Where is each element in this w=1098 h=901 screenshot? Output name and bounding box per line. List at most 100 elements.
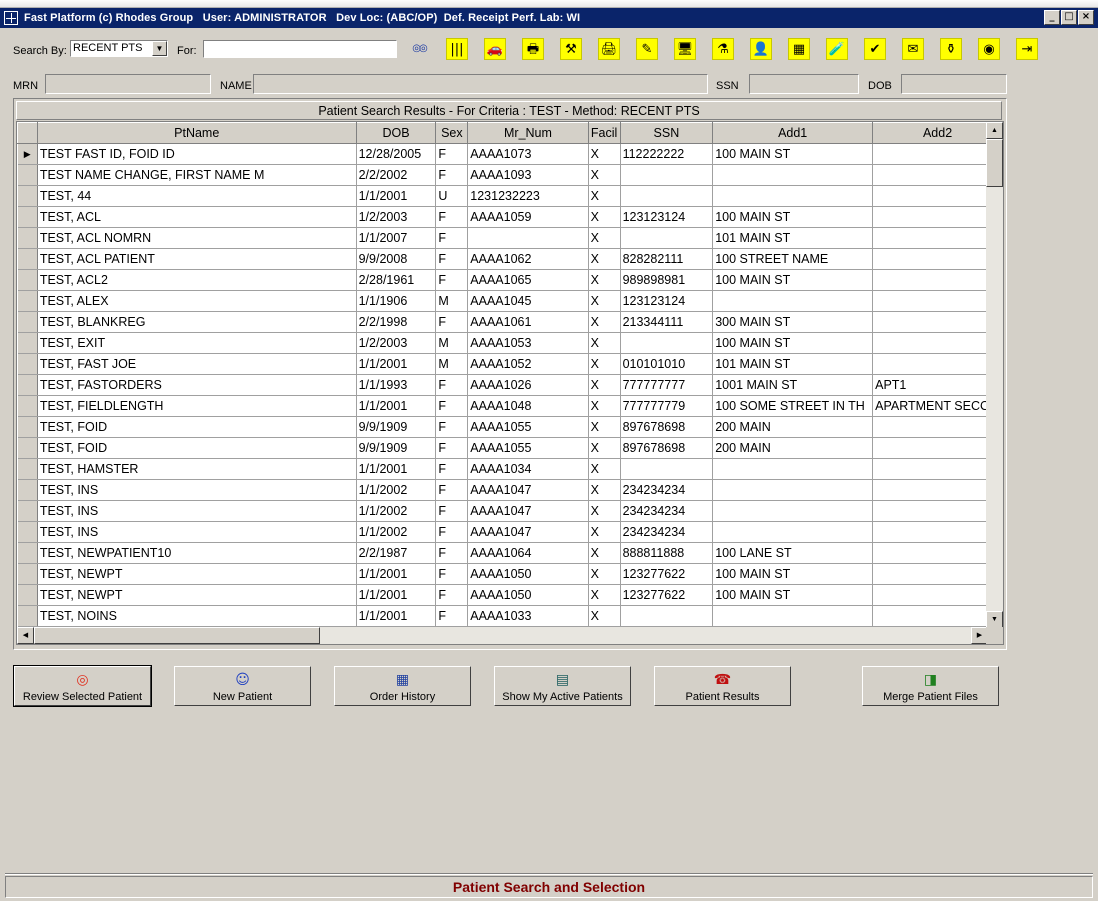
table-cell[interactable]: 100 MAIN ST (712, 563, 874, 585)
table-cell[interactable]: 1/1/2002 (356, 479, 437, 501)
table-cell[interactable]: F (435, 542, 469, 564)
maximize-button[interactable]: □ (1061, 10, 1077, 25)
table-cell[interactable]: TEST, EXIT (37, 332, 357, 354)
table-cell[interactable] (872, 311, 1003, 333)
table-cell[interactable]: X (588, 311, 621, 333)
table-cell[interactable]: 234234234 (620, 521, 714, 543)
table-cell[interactable]: 112222222 (620, 143, 714, 165)
table-cell[interactable]: X (588, 479, 621, 501)
table-cell[interactable]: X (588, 416, 621, 438)
column-header-add2[interactable]: Add2 (872, 122, 1003, 144)
table-cell[interactable]: 2/2/2002 (356, 164, 437, 186)
table-cell[interactable]: TEST, 44 (37, 185, 357, 207)
table-cell[interactable] (712, 164, 874, 186)
table-cell[interactable]: 777777777 (620, 374, 714, 396)
table-row[interactable]: TEST, NEWPT 1/1/2001 F AAAA1050 X 123277622 10… (17, 584, 1003, 606)
table-cell[interactable]: X (588, 521, 621, 543)
table-cell[interactable]: X (588, 143, 621, 165)
table-cell[interactable]: AAAA1052 (467, 353, 589, 375)
table-cell[interactable]: F (435, 311, 469, 333)
table-cell[interactable]: F (435, 374, 469, 396)
printer-icon[interactable]: 🖶 (522, 38, 544, 60)
order-history-button[interactable]: ▦ Order History (334, 666, 471, 706)
table-cell[interactable]: 234234234 (620, 479, 714, 501)
table-cell[interactable] (872, 185, 1003, 207)
table-cell[interactable]: 1/1/2001 (356, 458, 437, 480)
envelope-icon[interactable]: ✉ (902, 38, 924, 60)
ssn-field[interactable] (749, 74, 859, 94)
table-cell[interactable] (872, 164, 1003, 186)
row-selector[interactable] (17, 437, 38, 459)
table-cell[interactable]: X (588, 248, 621, 270)
merge-patient-files-button[interactable]: ◨ Merge Patient Files (862, 666, 999, 706)
table-cell[interactable]: 1/2/2003 (356, 206, 437, 228)
table-cell[interactable]: X (588, 269, 621, 291)
table-cell[interactable]: 200 MAIN (712, 437, 874, 459)
row-selector[interactable] (17, 227, 38, 249)
table-cell[interactable]: TEST, ACL2 (37, 269, 357, 291)
table-cell[interactable]: M (435, 332, 469, 354)
new-patient-button[interactable]: ☺ New Patient (174, 666, 311, 706)
row-selector[interactable] (17, 605, 38, 627)
table-cell[interactable] (872, 458, 1003, 480)
horizontal-scroll-thumb[interactable] (34, 627, 320, 644)
column-header-facil[interactable]: Facil (587, 122, 621, 144)
table-cell[interactable] (872, 500, 1003, 522)
table-cell[interactable]: AAAA1048 (467, 395, 589, 417)
table-cell[interactable]: 9/9/1909 (356, 416, 437, 438)
table-cell[interactable]: U (435, 185, 469, 207)
table-cell[interactable]: 101 MAIN ST (712, 353, 874, 375)
table-row[interactable]: TEST, EXIT 1/2/2003 M AAAA1053 X 100 MAIN ST (17, 332, 1003, 354)
table-cell[interactable]: AAAA1047 (467, 479, 589, 501)
table-cell[interactable]: F (435, 479, 469, 501)
table-cell[interactable] (712, 185, 874, 207)
table-cell[interactable]: AAAA1047 (467, 500, 589, 522)
table-cell[interactable] (712, 521, 874, 543)
column-header-ssn[interactable]: SSN (619, 122, 714, 144)
test-tubes-icon[interactable]: ⚗ (712, 38, 734, 60)
row-selector[interactable] (17, 164, 38, 186)
table-cell[interactable]: 100 SOME STREET IN TH (712, 395, 874, 417)
table-cell[interactable]: TEST, BLANKREG (37, 311, 357, 333)
scroll-up-icon[interactable]: ▲ (986, 122, 1003, 139)
table-cell[interactable]: APT1 (872, 374, 1003, 396)
row-selector[interactable] (17, 563, 38, 585)
table-row[interactable]: TEST, BLANKREG 2/2/1998 F AAAA1061 X 21334411… (17, 311, 1003, 333)
vertical-scrollbar[interactable]: ▲ ▼ (986, 122, 1003, 628)
column-header-add1[interactable]: Add1 (712, 122, 874, 144)
table-cell[interactable]: APARTMENT SECC (872, 395, 1003, 417)
table-cell[interactable]: TEST FAST ID, FOID ID (37, 143, 357, 165)
table-cell[interactable] (712, 605, 874, 627)
table-cell[interactable]: X (588, 353, 621, 375)
table-cell[interactable] (872, 227, 1003, 249)
table-cell[interactable]: F (435, 584, 469, 606)
table-cell[interactable]: X (588, 584, 621, 606)
table-cell[interactable]: 1/1/2002 (356, 500, 437, 522)
table-cell[interactable] (620, 458, 714, 480)
table-cell[interactable]: AAAA1059 (467, 206, 589, 228)
scroll-left-icon[interactable]: ◀ (17, 627, 34, 644)
table-cell[interactable]: 888811888 (620, 542, 714, 564)
table-cell[interactable]: X (588, 227, 621, 249)
table-row[interactable]: TEST, FOID 9/9/1909 F AAAA1055 X 897678698 200… (17, 437, 1003, 459)
row-selector[interactable] (17, 269, 38, 291)
table-row[interactable]: TEST, ACL 1/2/2003 F AAAA1059 X 123123124 100 … (17, 206, 1003, 228)
table-row[interactable]: TEST, FAST JOE 1/1/2001 M AAAA1052 X 01010101… (17, 353, 1003, 375)
specimen-tubes-icon[interactable]: ⚱ (940, 38, 962, 60)
horizontal-scrollbar[interactable]: ◀ ▶ (17, 627, 988, 644)
row-selector[interactable] (17, 353, 38, 375)
column-header-sex[interactable]: Sex (435, 122, 469, 144)
table-cell[interactable]: TEST, HAMSTER (37, 458, 357, 480)
row-selector[interactable] (17, 458, 38, 480)
table-row[interactable]: TEST, NEWPT 1/1/2001 F AAAA1050 X 123277622 10… (17, 563, 1003, 585)
table-cell[interactable]: X (588, 206, 621, 228)
row-selector[interactable] (17, 500, 38, 522)
table-cell[interactable] (872, 248, 1003, 270)
table-cell[interactable]: AAAA1034 (467, 458, 589, 480)
table-cell[interactable] (712, 290, 874, 312)
table-row[interactable]: TEST, INS 1/1/2002 F AAAA1047 X 234234234 (17, 479, 1003, 501)
table-cell[interactable]: F (435, 605, 469, 627)
table-row[interactable]: TEST, HAMSTER 1/1/2001 F AAAA1034 X (17, 458, 1003, 480)
row-selector[interactable] (17, 332, 38, 354)
table-cell[interactable] (620, 185, 714, 207)
